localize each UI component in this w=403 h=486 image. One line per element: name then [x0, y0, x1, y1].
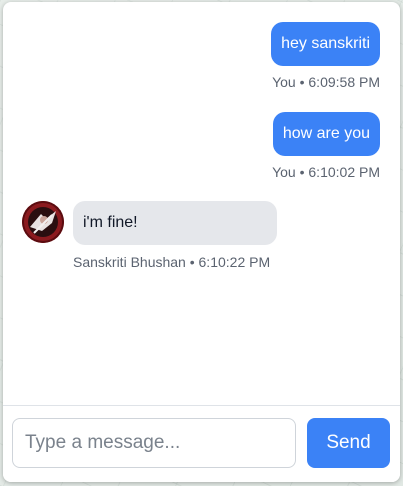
message-bubble: i'm fine! [73, 201, 277, 245]
message-meta: You • 6:10:02 PM [272, 164, 380, 180]
message-sent: how are you You • 6:10:02 PM [272, 112, 380, 180]
message-body: i'm fine! Sanskriti Bhushan • 6:10:22 PM [73, 201, 277, 270]
message-input[interactable] [12, 418, 296, 468]
message-meta: You • 6:09:58 PM [272, 74, 380, 90]
user-avatar-photo-icon [22, 201, 64, 243]
chat-window: hey sanskriti You • 6:09:58 PM how are y… [3, 2, 400, 482]
avatar [22, 201, 64, 243]
message-bubble: how are you [272, 112, 380, 156]
message-composer: Send [3, 405, 400, 482]
send-button[interactable]: Send [307, 418, 390, 468]
message-sent: hey sanskriti You • 6:09:58 PM [271, 22, 380, 90]
message-bubble: hey sanskriti [271, 22, 380, 66]
message-meta: Sanskriti Bhushan • 6:10:22 PM [73, 254, 271, 270]
message-list[interactable]: hey sanskriti You • 6:09:58 PM how are y… [3, 2, 400, 405]
